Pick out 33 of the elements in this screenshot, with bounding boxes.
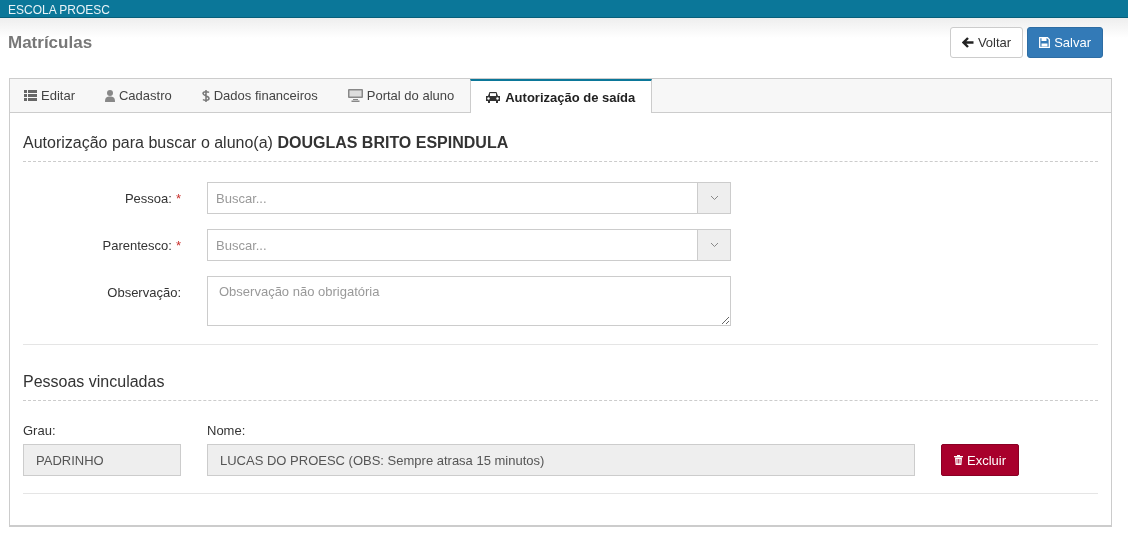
- column-label: Nome:: [207, 423, 247, 438]
- chevron-down-icon: [709, 242, 719, 248]
- tab[interactable]: Autorização de saída: [470, 79, 653, 113]
- tab[interactable]: Portal do aluno: [333, 79, 471, 112]
- dollar-icon: [201, 88, 210, 103]
- select-field[interactable]: Buscar...: [207, 229, 697, 261]
- car-icon: [485, 91, 502, 103]
- monitor-icon: [347, 89, 363, 102]
- textarea-field[interactable]: Observação não obrigatória: [207, 276, 731, 326]
- column-label: Grau:: [23, 423, 57, 438]
- user-icon: [104, 89, 115, 102]
- arrow-left-icon: [961, 37, 974, 48]
- select-field[interactable]: Buscar...: [207, 182, 697, 214]
- back-button[interactable]: Voltar: [949, 27, 1024, 58]
- tab[interactable]: Editar: [10, 79, 91, 112]
- tab[interactable]: Dados financeiros: [187, 79, 334, 112]
- readonly-field: PADRINHO: [23, 444, 181, 476]
- save-button[interactable]: Salvar: [1027, 27, 1103, 58]
- trash-icon: [954, 455, 963, 465]
- delete-button[interactable]: Excluir: [941, 444, 1019, 476]
- chevron-down-icon: [709, 195, 719, 201]
- page-title: Matrículas: [8, 32, 93, 53]
- dropdown-toggle[interactable]: [697, 182, 731, 214]
- section-heading: Autorização para buscar o aluno(a) DOUGLAS BRITO ESPINDULA: [23, 113, 1098, 162]
- field-label: Pessoa: *: [123, 190, 181, 206]
- readonly-field: LUCAS DO PROESC (OBS: Sempre atrasa 15 minutos): [207, 444, 915, 476]
- section-heading: Pessoas vinculadas: [23, 345, 1098, 401]
- field-label: Parentesco: *: [101, 237, 181, 253]
- field-label: Observação:: [106, 284, 181, 300]
- dropdown-toggle[interactable]: [697, 229, 731, 261]
- list-icon: [24, 90, 37, 101]
- tab[interactable]: Cadastro: [90, 79, 188, 112]
- brand-name: ESCOLA PROESC: [8, 3, 111, 17]
